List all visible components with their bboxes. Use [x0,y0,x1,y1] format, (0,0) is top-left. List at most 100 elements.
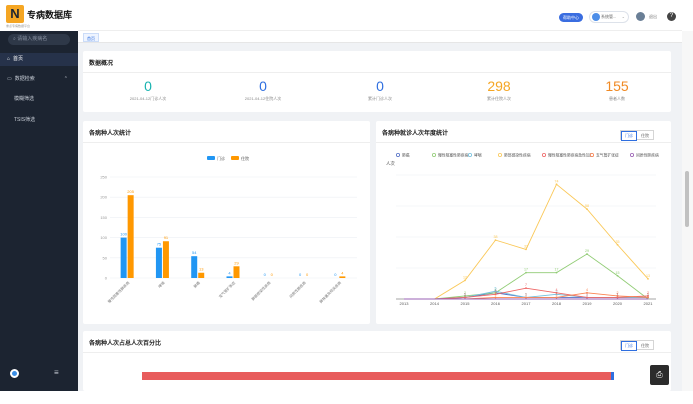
data-label: 1 [525,292,527,296]
legend-marker [629,152,634,157]
role-select-value: 系统管... [601,14,617,19]
x-tick-label: 2015 [461,301,471,306]
bar [127,195,134,278]
footer [0,391,693,404]
bar [162,241,169,278]
legend-marker [468,152,473,157]
overview-title: 数据概况 [89,61,114,67]
stat-label: 患者人数 [609,96,625,101]
line-chart: 人次 2013 2014 2015 2016 2017 2018 2019 2020 2021 肺癌… [386,152,659,307]
legend-label: 慢性阻塞性肺疾病急性加重 [548,153,594,158]
x-tick-label: 2019 [583,301,593,306]
x-tick-label: 2016 [491,301,501,306]
legend-swatch [207,156,215,160]
legend-label: 门诊 [217,155,225,161]
data-label: 4 [586,288,588,292]
data-point [586,291,588,294]
stat-label: 累计门诊人次 [368,96,392,101]
sidebar-item-home[interactable]: ⌂ 首页 [0,53,78,66]
stat-total-inpatient: 298 累计住院人次 [439,79,559,102]
role-select[interactable]: 系统管... ⌄ [589,11,629,23]
x-tick-label: 肺癌 [192,280,201,289]
sidebar-search-input[interactable]: ⌕ 请输入疾病名 [8,34,70,45]
y-tick-label: 150 [100,215,107,220]
sidebar-item-fuzzy-filter[interactable]: 模糊筛选 [0,93,78,106]
stat-today-inpatient: 0 2021-04-12住院人次 [203,79,323,102]
chevron-up-icon: ⌃ [63,76,68,82]
data-label: 15 [616,271,620,275]
data-point [616,243,619,246]
data-label: 1 [556,292,558,296]
bar-value-label: 100 [120,232,127,237]
data-label: 4 [556,288,558,292]
x-tick-label: 间质性肺疾病 [288,280,307,299]
avatar[interactable] [636,12,645,21]
sidebar-item-label: 首页 [13,56,24,62]
x-tick-label: 2020 [613,301,623,306]
menu-icon[interactable]: ≡ [54,368,59,377]
data-point [525,248,527,251]
toggle-inpatient[interactable]: 住院 [637,132,653,140]
toggle-inpatient[interactable]: 住院 [637,342,653,350]
toggle-outpatient[interactable]: 门诊 [621,341,637,351]
bar-value-label: 75 [157,242,162,247]
percentage-card: 各病种人次占总人次百分比 门诊 住院 [83,331,671,391]
legend-swatch [231,156,239,160]
scrollbar-thumb[interactable] [685,171,689,227]
bar-chart-title: 各病种人次统计 [89,131,132,137]
sidebar-footer: ≡ [0,365,78,383]
data-point [616,295,619,297]
x-tick-label: 2018 [552,301,562,306]
toggle-outpatient[interactable]: 门诊 [621,131,637,141]
y-tick-label: 50 [103,255,108,260]
x-tick-label: 2017 [522,301,532,306]
data-label: 1 [495,292,497,296]
data-point [464,296,466,299]
logout-link[interactable]: 退出 [649,14,657,20]
data-point [586,208,588,210]
data-label: 1 [464,292,466,296]
x-tick-label: 慢性阻塞性肺疾病 [106,280,130,304]
logo-icon: N [6,5,24,23]
data-point [647,277,649,280]
sidebar-item-data-search[interactable]: ▭ 数据检索 ⌃ [0,73,78,86]
x-tick-label: 2014 [430,301,440,306]
sidebar-item-tsis-filter[interactable]: TSIS筛选 [0,114,78,127]
logo-area: N 专病数据库 重点专病数据平台 [0,0,78,31]
bar-value-label: 0 [271,272,274,277]
page-scrollbar[interactable] [682,31,693,391]
yearly-trend-card: 各病种就诊人次年度统计 门诊 住院 人次 2013 2014 2015 2016 2017 2… [376,121,671,324]
series-line [404,183,649,300]
bar-value-label: 4 [341,270,344,275]
stat-value: 155 [605,78,629,94]
bar-value-label: 54 [192,250,197,255]
line-chart-title: 各病种就诊人次年度统计 [382,131,449,137]
help-center-button[interactable]: 帮助中心 [559,13,583,22]
chevron-down-icon: ⌄ [621,14,625,19]
data-label: 38 [494,235,498,239]
data-point [586,253,588,255]
y-tick-label: 250 [100,175,107,180]
x-tick-label: 2021 [644,301,654,306]
data-point [647,296,649,299]
bar-value-label: 0 [334,272,337,277]
legend-label: 住院 [241,155,249,161]
bar [120,237,127,278]
tab-home[interactable]: 首页 [83,33,99,42]
data-point [555,183,558,186]
legend-label: 肺部感染性疾病 [504,153,531,158]
data-point [525,271,527,274]
disease-visits-card: 各病种人次统计 0 50 100 150 200 250 门诊 住院 100 205 慢性阻塞性肺疾… [83,121,370,324]
data-point [586,296,588,299]
x-tick-label: 哮喘 [157,280,166,289]
data-point [616,296,619,299]
bar [198,272,205,278]
help-icon[interactable]: ? [667,12,676,21]
y-axis-label: 人次 [386,160,395,167]
bar-value-label: 4 [228,270,231,275]
bar-value-label: 0 [306,272,309,277]
status-icon[interactable] [10,369,19,378]
export-icon[interactable]: ⎙ [650,365,669,385]
x-tick-label: 肺栓塞及相关疾病 [318,280,342,304]
stat-label: 2021-04-12住院人次 [244,96,282,101]
